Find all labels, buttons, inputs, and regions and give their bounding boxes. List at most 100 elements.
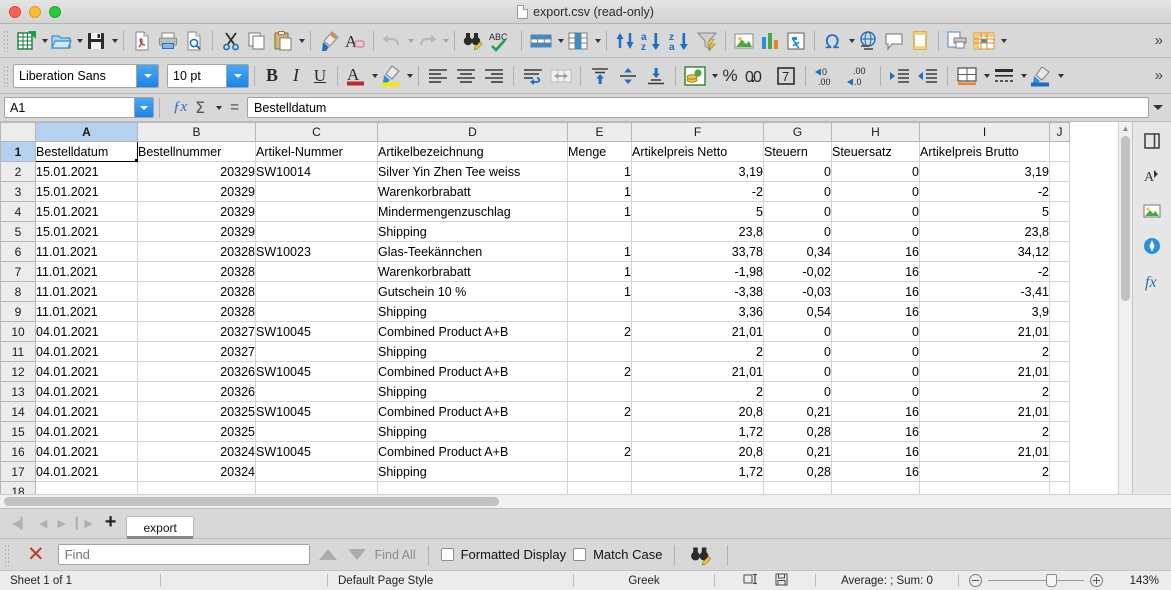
table-row[interactable]: 9 11.01.2021 20328 Shipping 3,36 0,54 16 3,9 <box>0 301 1070 322</box>
row-header-11[interactable]: 11 <box>0 341 36 362</box>
table-row[interactable]: 2 15.01.2021 20329 SW10014 Silver Yin Zhen T… <box>0 161 1070 182</box>
row-header-6[interactable]: 6 <box>0 241 36 262</box>
save-document-button[interactable] <box>83 28 109 54</box>
cell-D15[interactable]: Shipping <box>377 421 568 442</box>
formatted-display-checkbox[interactable] <box>440 548 454 561</box>
cell-I12[interactable]: 21,01 <box>919 361 1050 382</box>
cell-J12[interactable] <box>1049 361 1070 382</box>
name-box[interactable]: A1 <box>4 97 154 118</box>
cell-H16[interactable]: 16 <box>831 441 920 462</box>
cell-C14[interactable]: SW10045 <box>255 401 378 422</box>
cell-D18[interactable] <box>377 481 568 494</box>
row-header-9[interactable]: 9 <box>0 301 36 322</box>
row-header-7[interactable]: 7 <box>0 261 36 282</box>
cell-G5[interactable]: 0 <box>763 221 832 242</box>
row-header-16[interactable]: 16 <box>0 441 36 462</box>
zoom-out-icon[interactable] <box>969 574 982 587</box>
print-button[interactable] <box>155 28 181 54</box>
cell-E17[interactable] <box>567 461 632 482</box>
cell-F10[interactable]: 21,01 <box>631 321 764 342</box>
cell-I9[interactable]: 3,9 <box>919 301 1050 322</box>
cell-J5[interactable] <box>1049 221 1070 242</box>
cell-E7[interactable]: 1 <box>567 261 632 282</box>
cell-J10[interactable] <box>1049 321 1070 342</box>
cell-B8[interactable]: 20328 <box>137 281 256 302</box>
cell-E9[interactable] <box>567 301 632 322</box>
match-case-label[interactable]: Match Case <box>593 547 662 562</box>
cell-J4[interactable] <box>1049 201 1070 222</box>
cell-A3[interactable]: 15.01.2021 <box>35 181 138 202</box>
export-pdf-button[interactable] <box>129 28 155 54</box>
cell-C16[interactable]: SW10045 <box>255 441 378 462</box>
define-print-area-button[interactable] <box>944 28 970 54</box>
format-percent-button[interactable]: % <box>718 63 742 89</box>
cell-C7[interactable] <box>255 261 378 282</box>
row-header-4[interactable]: 4 <box>0 201 36 222</box>
cell-F7[interactable]: -1,98 <box>631 261 764 282</box>
vertical-scroll-thumb[interactable] <box>1121 136 1130 301</box>
insert-comment-button[interactable] <box>881 28 907 54</box>
table-row[interactable]: 6 11.01.2021 20328 SW10023 Glas-Teekännchen 1… <box>0 241 1070 262</box>
cell-A17[interactable]: 04.01.2021 <box>35 461 138 482</box>
cell-E1[interactable]: Menge <box>567 141 632 162</box>
paste-dropdown[interactable] <box>299 38 305 43</box>
standard-toolbar-overflow[interactable]: » <box>1149 32 1169 49</box>
cell-C17[interactable] <box>255 461 378 482</box>
cell-G13[interactable]: 0 <box>763 381 832 402</box>
cell-I1[interactable]: Artikelpreis Brutto <box>919 141 1050 162</box>
cell-J2[interactable] <box>1049 161 1070 182</box>
cell-J18[interactable] <box>1049 481 1070 494</box>
format-number-button[interactable]: 00 <box>742 63 772 89</box>
cell-H11[interactable]: 0 <box>831 341 920 362</box>
cell-D12[interactable]: Combined Product A+B <box>377 361 568 382</box>
cell-D3[interactable]: Warenkorbrabatt <box>377 181 568 202</box>
find-replace-button[interactable] <box>460 28 486 54</box>
add-decimal-place-button[interactable]: 0.00 <box>811 63 843 89</box>
cell-E15[interactable] <box>567 421 632 442</box>
cell-B10[interactable]: 20327 <box>137 321 256 342</box>
row-header-5[interactable]: 5 <box>0 221 36 242</box>
row-header-12[interactable]: 12 <box>0 361 36 382</box>
cell-F14[interactable]: 20,8 <box>631 401 764 422</box>
cell-G14[interactable]: 0,21 <box>763 401 832 422</box>
cell-C3[interactable] <box>255 181 378 202</box>
cell-I8[interactable]: -3,41 <box>919 281 1050 302</box>
cell-F3[interactable]: -2 <box>631 181 764 202</box>
cell-J13[interactable] <box>1049 381 1070 402</box>
borders-button[interactable] <box>953 63 981 89</box>
cell-I13[interactable]: 2 <box>919 381 1050 402</box>
cell-A12[interactable]: 04.01.2021 <box>35 361 138 382</box>
sort-ascending-button[interactable]: az <box>638 28 666 54</box>
last-sheet-icon[interactable]: ▎▶ <box>76 517 93 530</box>
cell-H7[interactable]: 16 <box>831 261 920 282</box>
cell-E10[interactable]: 2 <box>567 321 632 342</box>
next-sheet-icon[interactable]: ▶ <box>57 517 65 530</box>
font-size-dropdown[interactable] <box>226 64 248 87</box>
cell-G15[interactable]: 0,28 <box>763 421 832 442</box>
gallery-panel-icon[interactable] <box>1138 198 1166 224</box>
align-middle-button[interactable] <box>614 63 642 89</box>
cell-B11[interactable]: 20327 <box>137 341 256 362</box>
insert-column-button[interactable] <box>564 28 592 54</box>
formatted-display-label[interactable]: Formatted Display <box>461 547 566 562</box>
selection-mode-icon[interactable] <box>743 573 761 588</box>
table-row[interactable]: 10 04.01.2021 20327 SW10045 Combined Product… <box>0 321 1070 342</box>
cell-J8[interactable] <box>1049 281 1070 302</box>
cell-J9[interactable] <box>1049 301 1070 322</box>
cell-I15[interactable]: 2 <box>919 421 1050 442</box>
table-row[interactable]: 14 04.01.2021 20325 SW10045 Combined Product… <box>0 401 1070 422</box>
cell-F8[interactable]: -3,38 <box>631 281 764 302</box>
row-header-3[interactable]: 3 <box>0 181 36 202</box>
maximize-window-button[interactable] <box>49 5 61 18</box>
cell-D11[interactable]: Shipping <box>377 341 568 362</box>
cell-B16[interactable]: 20324 <box>137 441 256 462</box>
cell-D10[interactable]: Combined Product A+B <box>377 321 568 342</box>
find-next-button[interactable] <box>346 549 368 560</box>
highlighting-color-button[interactable] <box>378 63 404 89</box>
insert-chart-button[interactable] <box>757 28 783 54</box>
cell-grid[interactable]: ABCDEFGHIJ 1 Bestelldatum Bestellnummer Art… <box>0 122 1070 494</box>
cell-B4[interactable]: 20329 <box>137 201 256 222</box>
column-header-h[interactable]: H <box>831 122 920 142</box>
cell-C10[interactable]: SW10045 <box>255 321 378 342</box>
cell-I5[interactable]: 23,8 <box>919 221 1050 242</box>
